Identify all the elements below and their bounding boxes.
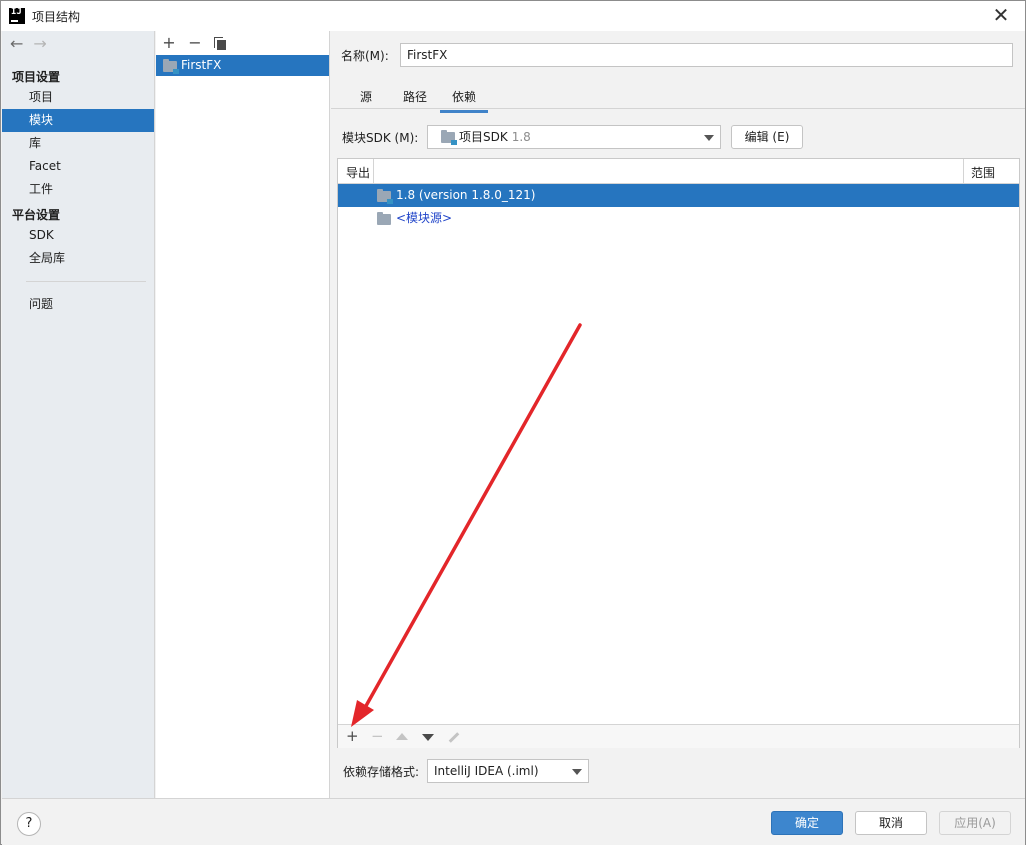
dependencies-table: 导出 范围 1.8 (version 1.8.0_121) <模块源> + − bbox=[337, 158, 1020, 748]
help-button[interactable]: ? bbox=[17, 812, 41, 836]
column-export[interactable]: 导出 bbox=[346, 164, 370, 181]
modules-panel: + − FirstFX bbox=[156, 31, 330, 798]
intellij-icon: IJ bbox=[9, 8, 25, 24]
module-settings-panel: 名称(M): FirstFX 源 路径 依赖 模块SDK (M): 项目SDK 1… bbox=[331, 31, 1025, 798]
forward-arrow-icon[interactable]: → bbox=[33, 35, 46, 53]
module-label: FirstFX bbox=[181, 58, 222, 72]
nav-item-facets[interactable]: Facet bbox=[2, 155, 154, 178]
tab-dependencies[interactable]: 依赖 bbox=[439, 88, 489, 113]
cancel-button[interactable]: 取消 bbox=[855, 811, 927, 835]
module-sdk-dropdown[interactable]: 项目SDK 1.8 bbox=[427, 125, 721, 149]
name-label: 名称(M): bbox=[341, 49, 389, 63]
title-bar: IJ 项目结构 ✕ bbox=[1, 1, 1025, 31]
nav-item-artifacts[interactable]: 工件 bbox=[2, 178, 154, 201]
settings-nav: ← → 项目设置 项目 模块 库 Facet 工件 平台设置 SDK 全局库 问… bbox=[2, 31, 155, 798]
nav-divider bbox=[26, 281, 146, 282]
add-module-button[interactable]: + bbox=[162, 34, 176, 52]
module-tabs: 源 路径 依赖 bbox=[331, 83, 1025, 113]
back-arrow-icon[interactable]: ← bbox=[10, 35, 23, 53]
chevron-down-icon bbox=[704, 135, 714, 141]
dialog-footer: ? 确定 取消 应用(A) bbox=[2, 798, 1025, 845]
remove-module-button[interactable]: − bbox=[188, 34, 202, 52]
module-folder-icon bbox=[163, 59, 179, 74]
ok-button[interactable]: 确定 bbox=[771, 811, 843, 835]
tab-sources[interactable]: 源 bbox=[360, 88, 372, 105]
remove-dependency-button[interactable]: − bbox=[371, 727, 384, 745]
table-row[interactable]: <模块源> bbox=[338, 207, 1019, 230]
storage-format-dropdown[interactable]: IntelliJ IDEA (.iml) bbox=[427, 759, 589, 783]
edit-pencil-icon[interactable] bbox=[448, 732, 460, 743]
nav-item-libraries[interactable]: 库 bbox=[2, 132, 154, 155]
nav-group-project-settings: 项目设置 bbox=[12, 70, 61, 84]
table-row[interactable]: 1.8 (version 1.8.0_121) bbox=[338, 184, 1019, 207]
apply-button[interactable]: 应用(A) bbox=[939, 811, 1011, 835]
module-sdk-label: 模块SDK (M): bbox=[342, 131, 419, 145]
tab-paths[interactable]: 路径 bbox=[403, 88, 427, 105]
nav-item-sdk[interactable]: SDK bbox=[2, 224, 154, 247]
copy-icon[interactable] bbox=[214, 36, 227, 50]
move-up-icon[interactable] bbox=[396, 733, 408, 740]
chevron-down-icon bbox=[572, 769, 582, 775]
sdk-version: 1.8 bbox=[511, 130, 531, 144]
column-scope[interactable]: 范围 bbox=[971, 164, 995, 181]
module-name-field[interactable]: FirstFX bbox=[400, 43, 1013, 67]
sdk-folder-icon bbox=[441, 130, 457, 145]
add-dependency-button[interactable]: + bbox=[346, 727, 359, 745]
nav-item-problems[interactable]: 问题 bbox=[2, 293, 154, 316]
dependency-label: 1.8 (version 1.8.0_121) bbox=[396, 188, 536, 202]
move-down-icon[interactable] bbox=[422, 734, 434, 741]
dependencies-toolbar: + − bbox=[338, 724, 1019, 748]
dependency-label: <模块源> bbox=[396, 211, 453, 225]
storage-format-label: 依赖存储格式: bbox=[343, 765, 420, 779]
nav-item-global-libraries[interactable]: 全局库 bbox=[2, 247, 154, 270]
table-header: 导出 范围 bbox=[338, 159, 1019, 184]
module-item-firstfx[interactable]: FirstFX bbox=[156, 55, 329, 76]
project-structure-dialog: IJ 项目结构 ✕ ← → 项目设置 项目 模块 库 Facet 工件 平台设置… bbox=[0, 0, 1026, 845]
sdk-value: 项目SDK bbox=[459, 130, 508, 144]
jdk-folder-icon bbox=[377, 189, 393, 204]
module-source-folder-icon bbox=[377, 212, 391, 225]
nav-group-platform-settings: 平台设置 bbox=[12, 208, 61, 222]
close-icon[interactable]: ✕ bbox=[989, 4, 1013, 28]
nav-history: ← → bbox=[10, 35, 47, 53]
storage-format-value: IntelliJ IDEA (.iml) bbox=[434, 764, 539, 778]
edit-sdk-button[interactable]: 编辑 (E) bbox=[731, 125, 803, 149]
nav-item-modules[interactable]: 模块 bbox=[2, 109, 154, 132]
window-title: 项目结构 bbox=[32, 10, 81, 24]
modules-toolbar: + − bbox=[162, 33, 227, 53]
nav-item-project[interactable]: 项目 bbox=[2, 86, 154, 109]
